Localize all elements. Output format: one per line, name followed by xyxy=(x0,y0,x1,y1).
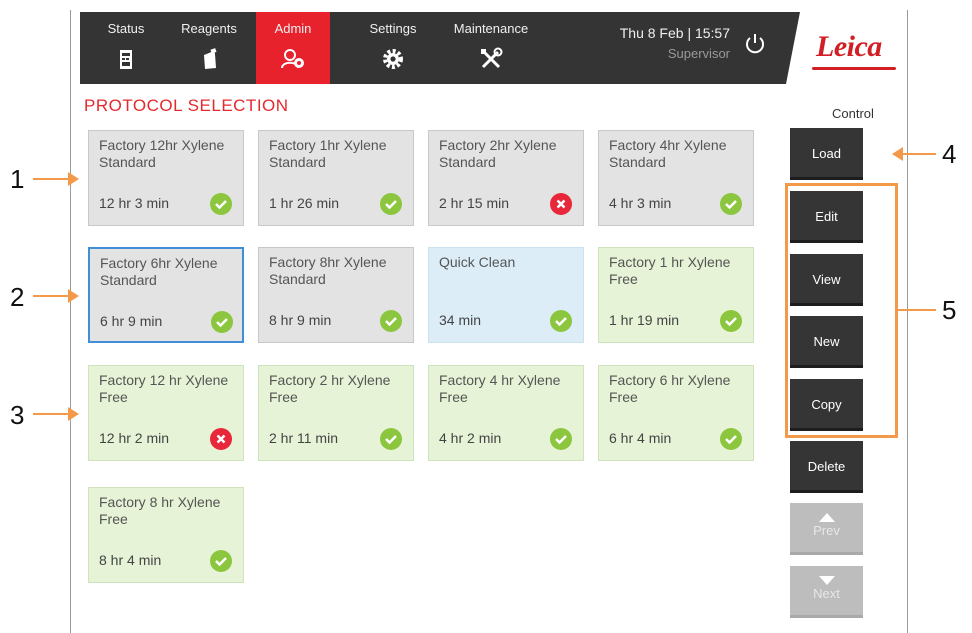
tab-maintenance[interactable]: Maintenance xyxy=(436,12,546,84)
up-arrow-icon xyxy=(818,513,835,522)
callout-line xyxy=(33,413,69,415)
protocol-name: Factory 2hr Xylene Standard xyxy=(439,137,557,170)
error-icon xyxy=(550,193,572,215)
protocol-card[interactable]: Factory 4 hr Xylene Free 4 hr 2 min xyxy=(428,365,584,461)
gear-icon xyxy=(383,49,403,69)
protocol-name: Factory 4hr Xylene Standard xyxy=(609,137,727,170)
protocol-name: Factory 6hr Xylene Standard xyxy=(100,255,218,288)
next-label: Next xyxy=(813,586,840,601)
error-icon xyxy=(210,428,232,450)
protocol-card[interactable]: Quick Clean 34 min xyxy=(428,247,584,343)
reagent-bottle-icon xyxy=(204,48,217,69)
callout-line xyxy=(898,309,936,311)
leica-logo: Leica xyxy=(816,30,882,63)
protocol-duration: 8 hr 4 min xyxy=(99,552,162,568)
logo-underline xyxy=(812,67,896,70)
logo-area: Leica xyxy=(786,12,906,84)
protocol-card[interactable]: Factory 4hr Xylene Standard 4 hr 3 min xyxy=(598,130,754,226)
callout-number: 1 xyxy=(10,164,25,194)
check-icon xyxy=(550,428,572,450)
protocol-duration: 4 hr 3 min xyxy=(609,195,672,211)
page-title: PROTOCOL SELECTION xyxy=(84,96,289,115)
check-icon xyxy=(550,310,572,332)
check-icon xyxy=(720,310,742,332)
protocol-duration: 12 hr 2 min xyxy=(99,430,170,446)
protocol-duration: 1 hr 26 min xyxy=(269,195,340,211)
tab-admin[interactable]: Admin xyxy=(256,12,330,84)
callout-number: 3 xyxy=(10,400,25,430)
protocol-duration: 2 hr 15 min xyxy=(439,195,510,211)
check-icon xyxy=(210,193,232,215)
protocol-name: Factory 8 hr Xylene Free xyxy=(99,494,221,527)
tab-status-label: Status xyxy=(107,21,145,36)
user-role: Supervisor xyxy=(667,46,730,61)
tab-maintenance-label: Maintenance xyxy=(453,21,529,36)
prev-button[interactable]: Prev xyxy=(790,503,863,555)
protocol-duration: 4 hr 2 min xyxy=(439,430,502,446)
prev-label: Prev xyxy=(813,523,840,538)
tab-reagents[interactable]: Reagents xyxy=(172,12,246,84)
callout-line xyxy=(902,153,936,155)
check-icon xyxy=(380,310,402,332)
protocol-duration: 12 hr 3 min xyxy=(99,195,170,211)
tab-admin-label: Admin xyxy=(274,21,312,36)
protocol-name: Factory 4 hr Xylene Free xyxy=(439,372,561,405)
down-arrow-icon xyxy=(818,576,835,585)
callout-number: 5 xyxy=(942,295,957,325)
tab-settings-label: Settings xyxy=(369,21,417,36)
tab-status[interactable]: Status xyxy=(90,12,162,84)
protocol-duration: 6 hr 4 min xyxy=(609,430,672,446)
figure: Status Reagents Admin Settings Maintenan… xyxy=(0,0,972,633)
protocol-name: Factory 6 hr Xylene Free xyxy=(609,372,731,405)
load-button[interactable]: Load xyxy=(790,128,863,180)
date-time: Thu 8 Feb | 15:57 xyxy=(619,25,730,41)
protocol-card-selected[interactable]: Factory 6hr Xylene Standard 6 hr 9 min xyxy=(88,247,244,343)
top-navigation-bar: Status Reagents Admin Settings Maintenan… xyxy=(80,12,906,84)
protocol-card[interactable]: Factory 8 hr Xylene Free 8 hr 4 min xyxy=(88,487,244,583)
power-icon[interactable] xyxy=(744,32,766,56)
protocol-name: Factory 12 hr Xylene Free xyxy=(99,372,229,405)
protocol-card[interactable]: Factory 2hr Xylene Standard 2 hr 15 min xyxy=(428,130,584,226)
delete-button[interactable]: Delete xyxy=(790,441,863,493)
protocol-duration: 1 hr 19 min xyxy=(609,312,680,328)
callout-group-box xyxy=(785,183,898,438)
check-icon xyxy=(380,193,402,215)
check-icon xyxy=(380,428,402,450)
protocol-name: Factory 1 hr Xylene Free xyxy=(609,254,731,287)
protocol-name: Factory 12hr Xylene Standard xyxy=(99,137,225,170)
callout-arrow xyxy=(68,289,79,303)
tab-reagents-label: Reagents xyxy=(181,21,237,36)
protocol-duration: 2 hr 11 min xyxy=(269,430,338,446)
callout-arrow xyxy=(68,172,79,186)
admin-users-icon xyxy=(281,49,304,69)
protocol-card[interactable]: Factory 12hr Xylene Standard 12 hr 3 min xyxy=(88,130,244,226)
protocol-name: Quick Clean xyxy=(439,254,516,270)
protocol-card[interactable]: Factory 8hr Xylene Standard 8 hr 9 min xyxy=(258,247,414,343)
callout-line xyxy=(33,178,69,180)
protocol-duration: 34 min xyxy=(439,312,482,328)
next-button[interactable]: Next xyxy=(790,566,863,618)
check-icon xyxy=(211,311,233,333)
protocol-duration: 8 hr 9 min xyxy=(269,312,332,328)
callout-line xyxy=(33,295,69,297)
tab-settings[interactable]: Settings xyxy=(356,12,430,84)
callout-number: 2 xyxy=(10,282,25,312)
protocol-card[interactable]: Factory 1hr Xylene Standard 1 hr 26 min xyxy=(258,130,414,226)
protocol-name: Factory 8hr Xylene Standard xyxy=(269,254,387,287)
protocol-card[interactable]: Factory 12 hr Xylene Free 12 hr 2 min xyxy=(88,365,244,461)
instrument-icon xyxy=(120,50,132,69)
protocol-name: Factory 1hr Xylene Standard xyxy=(269,137,387,170)
protocol-card[interactable]: Factory 1 hr Xylene Free 1 hr 19 min xyxy=(598,247,754,343)
protocol-card[interactable]: Factory 2 hr Xylene Free 2 hr 11 min xyxy=(258,365,414,461)
callout-arrow xyxy=(68,407,79,421)
check-icon xyxy=(720,428,742,450)
control-label: Control xyxy=(832,106,874,121)
protocol-duration: 6 hr 9 min xyxy=(100,313,163,329)
callout-number: 4 xyxy=(942,139,957,169)
check-icon xyxy=(720,193,742,215)
protocol-name: Factory 2 hr Xylene Free xyxy=(269,372,391,405)
check-icon xyxy=(210,550,232,572)
protocol-card[interactable]: Factory 6 hr Xylene Free 6 hr 4 min xyxy=(598,365,754,461)
tools-icon xyxy=(481,47,503,69)
